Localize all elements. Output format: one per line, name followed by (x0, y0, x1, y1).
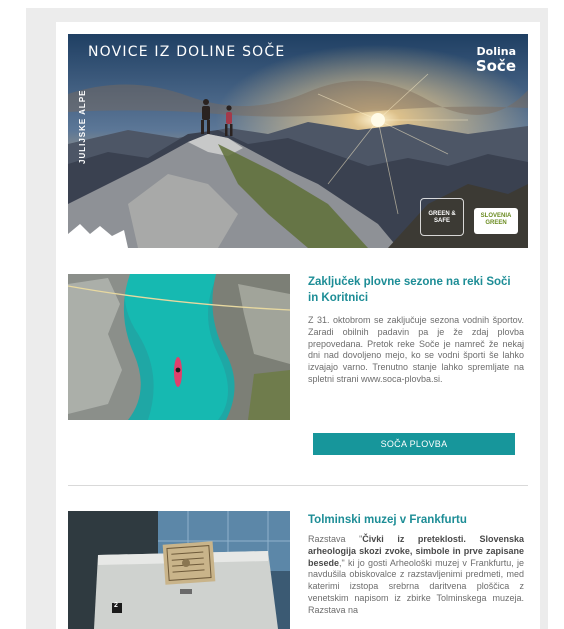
slovenia-green-badge: SLOVENIA GREEN (474, 208, 518, 234)
article-image-museum[interactable]: 2 (68, 511, 290, 629)
soca-plovba-button[interactable]: SOČA PLOVBA (313, 433, 515, 455)
newsletter-title: NOVICE IZ DOLINE SOČE (88, 44, 286, 60)
article-title-plovba[interactable]: Zaključek plovne sezone na reki Soči in … (308, 274, 524, 306)
kayak-gorge-image (68, 274, 290, 420)
article-body-plovba: Z 31. oktobrom se zaključuje sezona vodn… (308, 315, 524, 384)
body-prefix: Razstava " (308, 534, 363, 544)
article-image-kayak[interactable] (68, 274, 290, 420)
article-divider (68, 485, 528, 486)
green-safe-badge: GREEN & SAFE (420, 198, 464, 236)
body-suffix: ," ki jo gosti Arheološki muzej v Frankf… (308, 557, 524, 615)
newsletter-card: NOVICE IZ DOLINE SOČE Dolina Soče JULIJS… (56, 22, 540, 629)
dolina-soce-logo[interactable]: Dolina Soče (476, 46, 516, 74)
hero-banner[interactable]: NOVICE IZ DOLINE SOČE Dolina Soče JULIJS… (68, 34, 528, 248)
article-title-muzej[interactable]: Tolminski muzej v Frankfurtu (308, 512, 524, 528)
brand-line-1: Dolina (476, 45, 516, 58)
exhibit-number: 2 (114, 602, 118, 609)
julian-alps-label: JULIJSKE ALPE (78, 89, 87, 165)
article-body-muzej: Razstava "Čivki iz preteklosti. Slovensk… (308, 534, 524, 617)
brand-line-2: Soče (475, 57, 516, 75)
museum-plaque-image (68, 511, 290, 629)
